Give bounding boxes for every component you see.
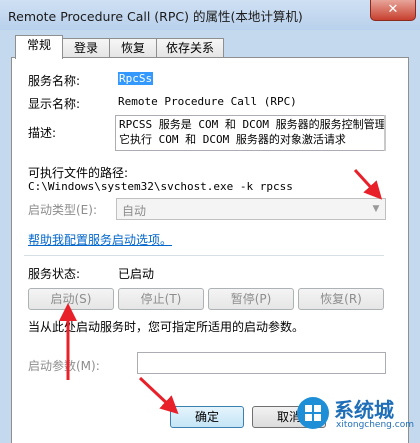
watermark: 系统城 xitongcheng.com [296,392,414,436]
arrow-to-dropdown [353,168,383,200]
annotation-arrows [59,168,383,415]
watermark-brand: 系统城 [334,398,394,422]
windows-logo-icon [297,397,329,429]
arrow-to-ok [138,376,179,415]
tab-general[interactable]: 常规 [15,35,63,59]
watermark-url: xitongcheng.com [336,420,414,430]
